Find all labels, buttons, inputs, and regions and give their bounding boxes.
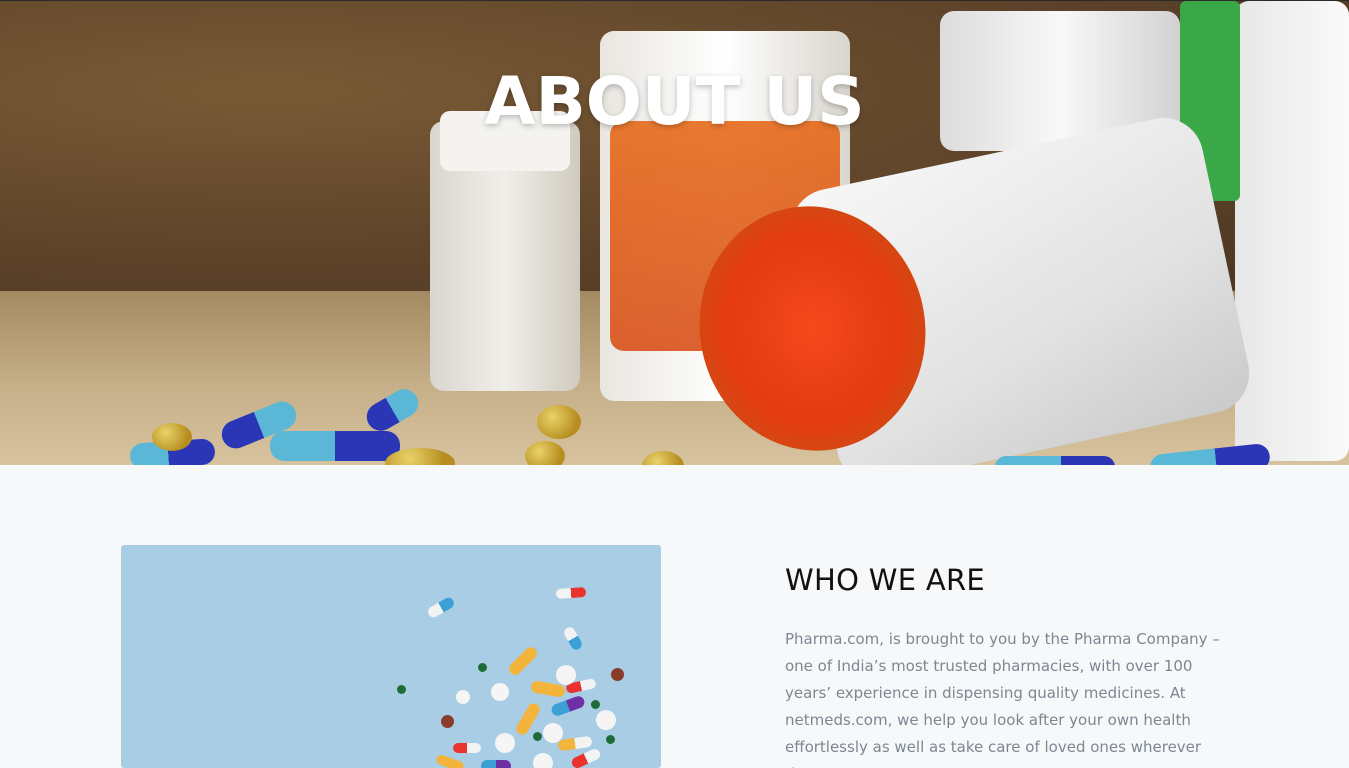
capsule-image xyxy=(555,586,587,600)
capsule-image xyxy=(453,743,481,753)
tablet-image xyxy=(441,715,454,728)
capsule-image xyxy=(506,644,540,678)
capsule-image xyxy=(570,747,602,768)
tablet-image xyxy=(591,700,600,709)
capsule-image xyxy=(481,760,511,768)
tablet-image xyxy=(533,732,542,741)
capsule-image xyxy=(557,735,593,752)
capsule-image xyxy=(549,694,587,718)
capsule-image xyxy=(426,595,456,620)
hero-banner: ABOUT US xyxy=(0,0,1349,465)
tablet-image xyxy=(491,683,509,701)
capsule-image xyxy=(270,431,400,461)
tablet-image xyxy=(495,733,515,753)
softgel-image xyxy=(537,405,581,439)
capsule-image xyxy=(562,625,584,652)
tablet-image xyxy=(596,710,616,730)
softgel-image xyxy=(525,441,565,465)
tablet-image xyxy=(606,735,615,744)
tablet-image xyxy=(478,663,487,672)
about-paragraph: Pharma.com, is brought to you by the Pha… xyxy=(785,630,1220,768)
section-heading: WHO WE ARE xyxy=(785,563,986,597)
tablet-image xyxy=(533,753,553,768)
tablet-image xyxy=(611,668,624,681)
tablet-image xyxy=(456,690,470,704)
tablet-image xyxy=(556,665,576,685)
capsule-image xyxy=(995,456,1115,465)
pills-photo xyxy=(121,545,661,768)
softgel-image xyxy=(152,423,192,451)
capsule-image xyxy=(435,753,465,768)
tablet-image xyxy=(543,723,563,743)
page-title: ABOUT US xyxy=(484,63,865,140)
tablet-image xyxy=(397,685,406,694)
